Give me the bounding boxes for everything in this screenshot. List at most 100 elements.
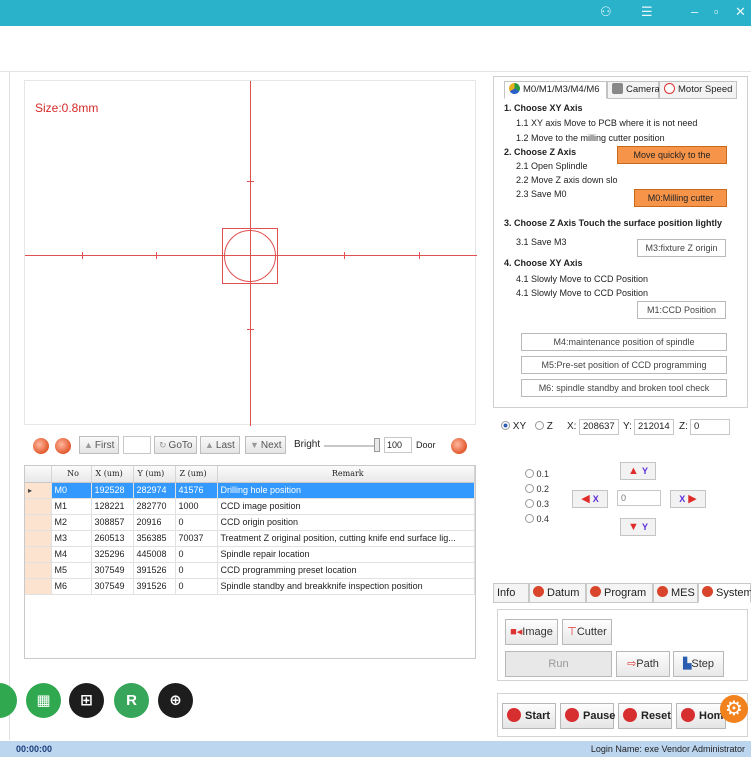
table-row[interactable]: ▸ M0 192528 282974 41576 Drilling hole positi…: [25, 482, 475, 499]
start-button[interactable]: Start: [502, 703, 556, 729]
table-row[interactable]: M1 128221 282770 1000 CCD image position: [25, 498, 475, 515]
image-button[interactable]: ■◂Image: [505, 619, 558, 645]
datum-icon: [533, 586, 544, 597]
first-button[interactable]: ▲ First: [79, 436, 120, 454]
table-row[interactable]: M3 260513 356385 70037 Treatment Z original …: [25, 530, 475, 547]
tab-motor-speed[interactable]: Motor Speed: [659, 81, 737, 99]
jog-y-minus-button[interactable]: ▼ Y: [620, 518, 656, 536]
column-header[interactable]: Remark: [217, 466, 475, 483]
table-icon[interactable]: ▦: [26, 683, 61, 718]
next-button[interactable]: ▼ Next: [245, 436, 287, 454]
column-header[interactable]: X (um): [91, 466, 134, 483]
bright-slider-thumb[interactable]: [374, 438, 380, 452]
cell-x: 260513: [91, 530, 134, 547]
step-option[interactable]: 0.2: [525, 484, 549, 494]
goto-input[interactable]: [123, 436, 151, 454]
goto-icon: ↻: [159, 440, 167, 450]
gear-icon[interactable]: ⚙: [720, 695, 748, 723]
table-row[interactable]: M4 325296 445008 0 Spindle repair location: [25, 546, 475, 563]
cell-remark: Treatment Z original position, cutting k…: [217, 530, 475, 547]
bright-value[interactable]: 100: [384, 437, 412, 453]
pcb-canvas[interactable]: Size:0.8mm: [24, 80, 477, 426]
step-text: 2.1 Open Splindle: [516, 161, 588, 171]
m5-preset-ccd-button[interactable]: M5:Pre-set position of CCD programming: [521, 356, 727, 374]
tab-program[interactable]: Program: [586, 583, 653, 603]
tab-positions[interactable]: M0/M1/M3/M4/M6: [504, 81, 607, 99]
tab-system[interactable]: System: [698, 583, 751, 603]
move-quickly-button[interactable]: Move quickly to the: [617, 146, 727, 164]
column-header[interactable]: No: [51, 466, 92, 483]
step-text: 2.2 Move Z axis down slo: [516, 175, 618, 185]
board-icon[interactable]: ⊞: [69, 683, 104, 718]
menu-icon[interactable]: ☰: [641, 4, 653, 20]
partial-icon[interactable]: [0, 683, 17, 718]
step-button[interactable]: ▙Step: [673, 651, 724, 677]
minimize-button[interactable]: –: [691, 4, 698, 19]
close-button[interactable]: ✕: [735, 4, 746, 20]
step-option[interactable]: 0.3: [525, 499, 549, 509]
user-icon[interactable]: ⚇: [600, 4, 612, 20]
tab-datum[interactable]: Datum: [529, 583, 586, 603]
cell-z: 0: [175, 562, 218, 579]
jog-y-plus-button[interactable]: ▲ Y: [620, 462, 656, 480]
m1-ccd-position-button[interactable]: M1:CCD Position: [637, 301, 726, 319]
down-arrow-icon: ▼: [250, 440, 259, 450]
m6-spindle-standby-button[interactable]: M6: spindle standby and broken tool chec…: [521, 379, 727, 397]
arrow-left-icon: ◀: [581, 493, 590, 505]
cell-remark: CCD programming preset location: [217, 562, 475, 579]
cell-remark: Spindle standby and breakknife inspectio…: [217, 578, 475, 595]
top-band: [0, 26, 751, 72]
arrow-up-icon: ▲: [628, 465, 639, 477]
cell-remark: CCD image position: [217, 498, 475, 515]
step-text: 3.1 Save M3: [516, 237, 567, 247]
red-indicator-icon[interactable]: [33, 438, 49, 454]
door-indicator-icon[interactable]: [451, 438, 467, 454]
step-option[interactable]: 0.1: [525, 469, 549, 479]
speed-icon: [664, 83, 675, 94]
tab-mes[interactable]: MES: [653, 583, 698, 603]
camera-icon: [612, 83, 623, 94]
m4-maintenance-button[interactable]: M4:maintenance position of spindle: [521, 333, 727, 351]
path-button[interactable]: ⇨Path: [616, 651, 670, 677]
pause-button[interactable]: Pause: [560, 703, 615, 729]
reset-button[interactable]: Reset: [618, 703, 672, 729]
table-row[interactable]: M6 307549 391526 0 Spindle standby and break…: [25, 578, 475, 595]
m0-milling-cutter-button[interactable]: M0:Milling cutter: [634, 189, 727, 207]
size-label: Size:0.8mm: [35, 101, 99, 115]
home-icon: [681, 708, 695, 722]
column-header[interactable]: Z (um): [175, 466, 218, 483]
run-button[interactable]: Run: [505, 651, 612, 677]
maximize-button[interactable]: ▫: [714, 4, 719, 19]
system-panel: ■◂Image ⊤Cutter Run ⇨Path ▙Step: [497, 609, 748, 681]
recycle-icon: [509, 83, 520, 94]
program-icon: [590, 586, 601, 597]
red-indicator-icon[interactable]: [55, 438, 71, 454]
jog-value[interactable]: 0: [617, 490, 661, 506]
origin-icon[interactable]: ⊕: [158, 683, 193, 718]
m3-fixture-z-origin-button[interactable]: M3:fixture Z origin: [637, 239, 726, 257]
bright-slider-track[interactable]: [324, 445, 378, 447]
row-pointer-icon: ▸: [28, 486, 33, 495]
column-header[interactable]: Y (um): [133, 466, 176, 483]
goto-button[interactable]: ↻ GoTo: [154, 436, 198, 454]
xy-radio[interactable]: XY: [501, 421, 526, 432]
cutter-icon: ⊤: [567, 626, 577, 638]
cutter-button[interactable]: ⊤Cutter: [562, 619, 612, 645]
grid-r-icon[interactable]: R: [114, 683, 149, 718]
crosshair-tick: [344, 252, 345, 259]
last-button[interactable]: ▲ Last: [200, 436, 240, 454]
tab-camera[interactable]: Camera: [607, 81, 660, 99]
jog-x-minus-button[interactable]: ◀ X: [572, 490, 608, 508]
z-radio[interactable]: Z: [535, 421, 553, 432]
login-name: Login Name: exe Vendor Administrator: [590, 744, 745, 754]
home-button[interactable]: Home: [676, 703, 726, 729]
table-row[interactable]: M5 307549 391526 0 CCD programming preset lo…: [25, 562, 475, 579]
step-option[interactable]: 0.4: [525, 514, 549, 524]
step-text: 2.3 Save M0: [516, 189, 567, 199]
cell-no: M5: [51, 562, 92, 579]
step-heading: 1. Choose XY Axis: [504, 103, 583, 113]
row-gutter: [25, 546, 52, 563]
table-row[interactable]: M2 308857 20916 0 CCD origin position: [25, 514, 475, 531]
tab-info[interactable]: Info: [493, 583, 529, 603]
jog-x-plus-button[interactable]: X ▶: [670, 490, 706, 508]
